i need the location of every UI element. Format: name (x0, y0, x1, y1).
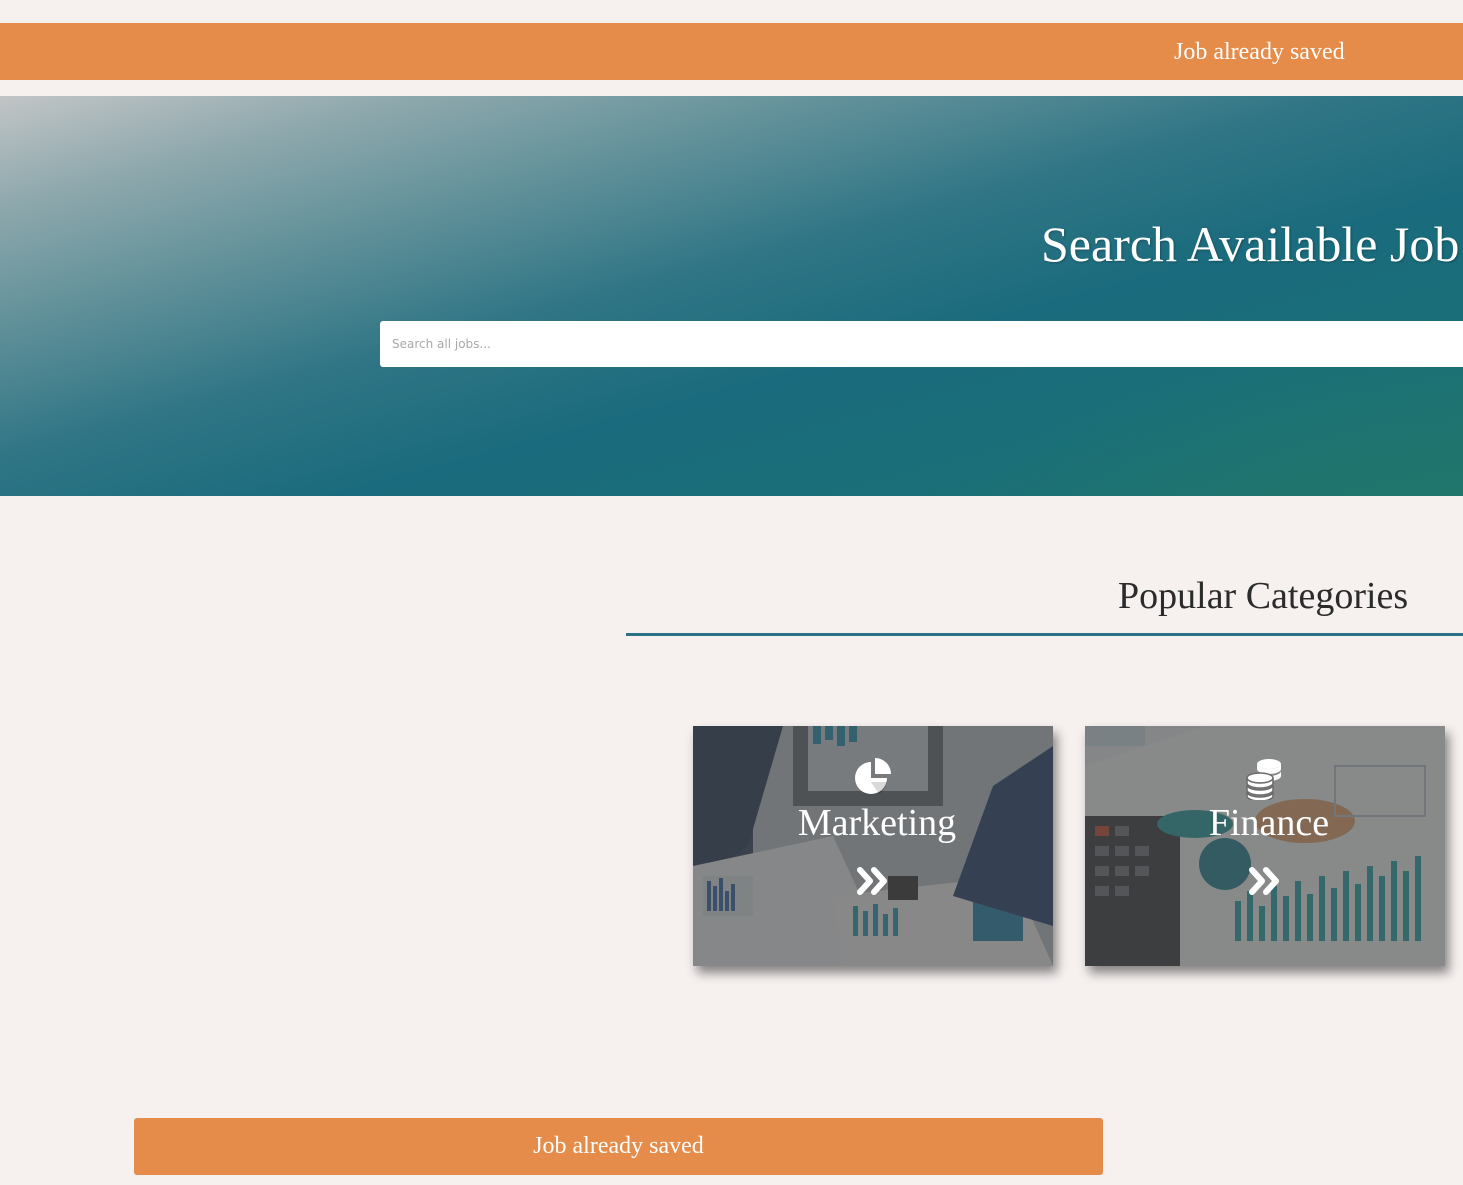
category-label: Marketing (797, 802, 957, 844)
hero-search-section: Search Available Job (0, 96, 1463, 496)
coins-icon (1246, 759, 1281, 800)
category-label: Finance (1208, 802, 1330, 844)
section-title-popular-categories: Popular Categories (1118, 575, 1409, 617)
notification-banner-top: Job already saved (0, 23, 1463, 80)
category-card-finance[interactable]: Finance (1085, 726, 1445, 966)
section-divider (626, 633, 1463, 636)
notification-banner-bottom: Job already saved (134, 1118, 1103, 1175)
hero-title: Search Available Job (1041, 216, 1460, 272)
notification-message: Job already saved (533, 1133, 704, 1159)
notification-message: Job already saved (1174, 39, 1345, 65)
category-card-marketing[interactable]: Marketing (693, 726, 1053, 966)
double-chevron-right-icon (857, 867, 887, 895)
pie-chart-icon (855, 758, 891, 794)
double-chevron-right-icon (1249, 867, 1279, 895)
search-input[interactable] (380, 321, 1463, 367)
